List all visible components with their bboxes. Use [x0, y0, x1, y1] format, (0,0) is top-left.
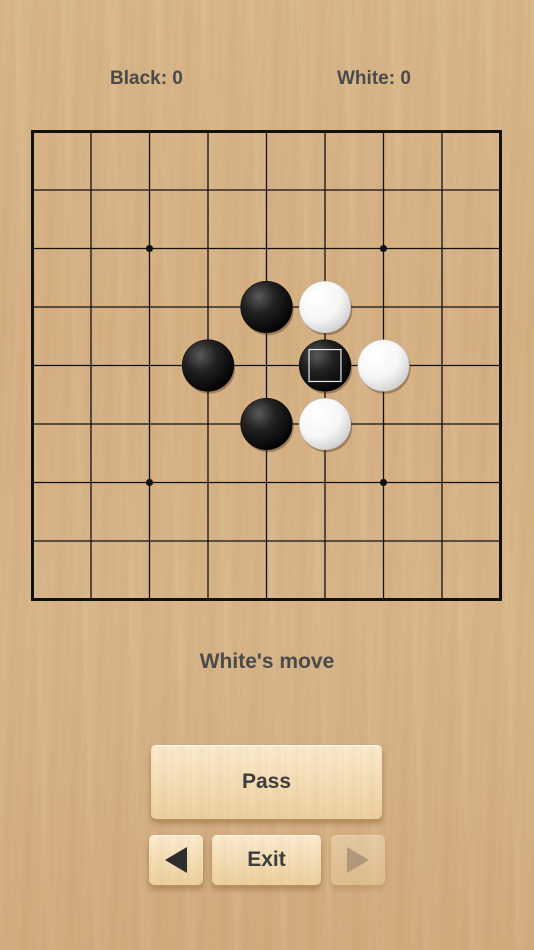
- white-stone: [298, 280, 352, 334]
- turn-status: White's move: [199, 650, 335, 673]
- star-point: [379, 244, 388, 253]
- white-score: White: 0: [337, 68, 411, 89]
- star-point: [145, 244, 154, 253]
- black-stone: [181, 339, 235, 392]
- board-grid[interactable]: [31, 130, 502, 601]
- white-stone: [298, 397, 352, 451]
- star-point: [379, 478, 388, 487]
- black-score: Black: 0: [110, 68, 183, 89]
- black-stone: [298, 339, 352, 392]
- black-stone: [240, 397, 293, 451]
- triangle-right-icon: [347, 847, 369, 873]
- previous-move-button[interactable]: [149, 835, 203, 885]
- go-board[interactable]: [31, 130, 502, 601]
- next-move-button[interactable]: [331, 835, 385, 885]
- white-stone: [357, 339, 410, 392]
- black-stone: [240, 280, 293, 334]
- pass-button[interactable]: Pass: [151, 745, 382, 819]
- star-point: [145, 478, 154, 487]
- triangle-left-icon: [165, 847, 187, 873]
- exit-button[interactable]: Exit: [212, 835, 321, 885]
